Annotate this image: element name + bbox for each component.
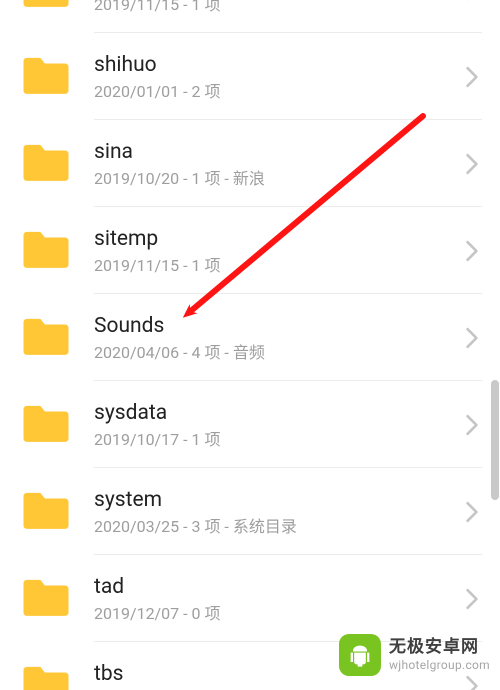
folder-icon [18,310,74,366]
chevron-right-icon [462,415,482,435]
folder-row[interactable]: sina 2019/10/20 - 1 项 - 新浪 [0,120,500,207]
chevron-right-icon [462,328,482,348]
scrollbar[interactable] [489,380,499,500]
chevron-right-icon [462,676,482,690]
folder-row[interactable]: system 2020/03/25 - 3 项 - 系统目录 [0,468,500,555]
folder-name: tad [94,574,462,600]
folder-subtitle: 2020/03/25 - 3 项 - 系统目录 [94,517,462,536]
folder-icon [18,49,74,105]
folder-icon [18,484,74,540]
watermark: 无极安卓网 wjhotelgroup.com [339,634,490,676]
chevron-right-icon [462,67,482,87]
chevron-right-icon [462,154,482,174]
folder-row[interactable]: shihuo 2020/01/01 - 2 项 [0,33,500,120]
folder-row[interactable]: Sounds 2020/04/06 - 4 项 - 音频 [0,294,500,381]
folder-icon [18,658,74,690]
chevron-right-icon [462,502,482,522]
folder-row[interactable]: tad 2019/12/07 - 0 项 [0,555,500,642]
folder-name: sysdata [94,400,462,426]
folder-meta: sina 2019/10/20 - 1 项 - 新浪 [94,139,462,188]
folder-meta: system 2020/03/25 - 3 项 - 系统目录 [94,487,462,536]
folder-meta: tad 2019/12/07 - 0 项 [94,574,462,623]
folder-subtitle: 2020/01/01 - 2 项 [94,82,462,101]
watermark-title: 无极安卓网 [389,639,490,657]
chevron-right-icon [462,241,482,261]
folder-meta: sitemp 2019/11/15 - 1 项 [94,226,462,275]
watermark-url: wjhotelgroup.com [389,659,490,672]
folder-name: Sounds [94,313,462,339]
watermark-text: 无极安卓网 wjhotelgroup.com [389,639,490,671]
folder-meta: Sounds 2020/04/06 - 4 项 - 音频 [94,313,462,362]
folder-icon [18,136,74,192]
file-manager-screen: sfs2019/11/15 - 1 项 shihuo 2020/01/01 - 2 … [0,0,500,690]
folder-subtitle: 2019/10/20 - 1 项 - 新浪 [94,169,462,188]
folder-name: sina [94,139,462,165]
folder-icon [18,223,74,279]
folder-subtitle: 2019/11/15 - 1 项 [94,256,462,275]
folder-subtitle: 2019/10/17 - 1 项 [94,430,462,449]
folder-subtitle: 2019/12/07 - 0 项 [94,604,462,623]
chevron-right-icon [462,589,482,609]
folder-row[interactable]: sysdata 2019/10/17 - 1 项 [0,381,500,468]
scrollbar-thumb[interactable] [491,380,499,500]
folder-meta: sysdata 2019/10/17 - 1 项 [94,400,462,449]
folder-icon [18,0,74,18]
folder-subtitle: 2019/11/15 - 1 项 [94,0,462,14]
folder-icon [18,397,74,453]
folder-row[interactable]: sfs2019/11/15 - 1 项 [0,0,500,33]
folder-list: sfs2019/11/15 - 1 项 shihuo 2020/01/01 - 2 … [0,0,500,690]
folder-name: shihuo [94,52,462,78]
folder-row[interactable]: sitemp 2019/11/15 - 1 项 [0,207,500,294]
folder-icon [18,571,74,627]
folder-subtitle: 2020/04/06 - 4 项 - 音频 [94,343,462,362]
folder-name: system [94,487,462,513]
folder-meta: shihuo 2020/01/01 - 2 项 [94,52,462,101]
android-logo-icon [339,634,381,676]
folder-name: sitemp [94,226,462,252]
folder-meta: sfs2019/11/15 - 1 项 [94,0,462,14]
